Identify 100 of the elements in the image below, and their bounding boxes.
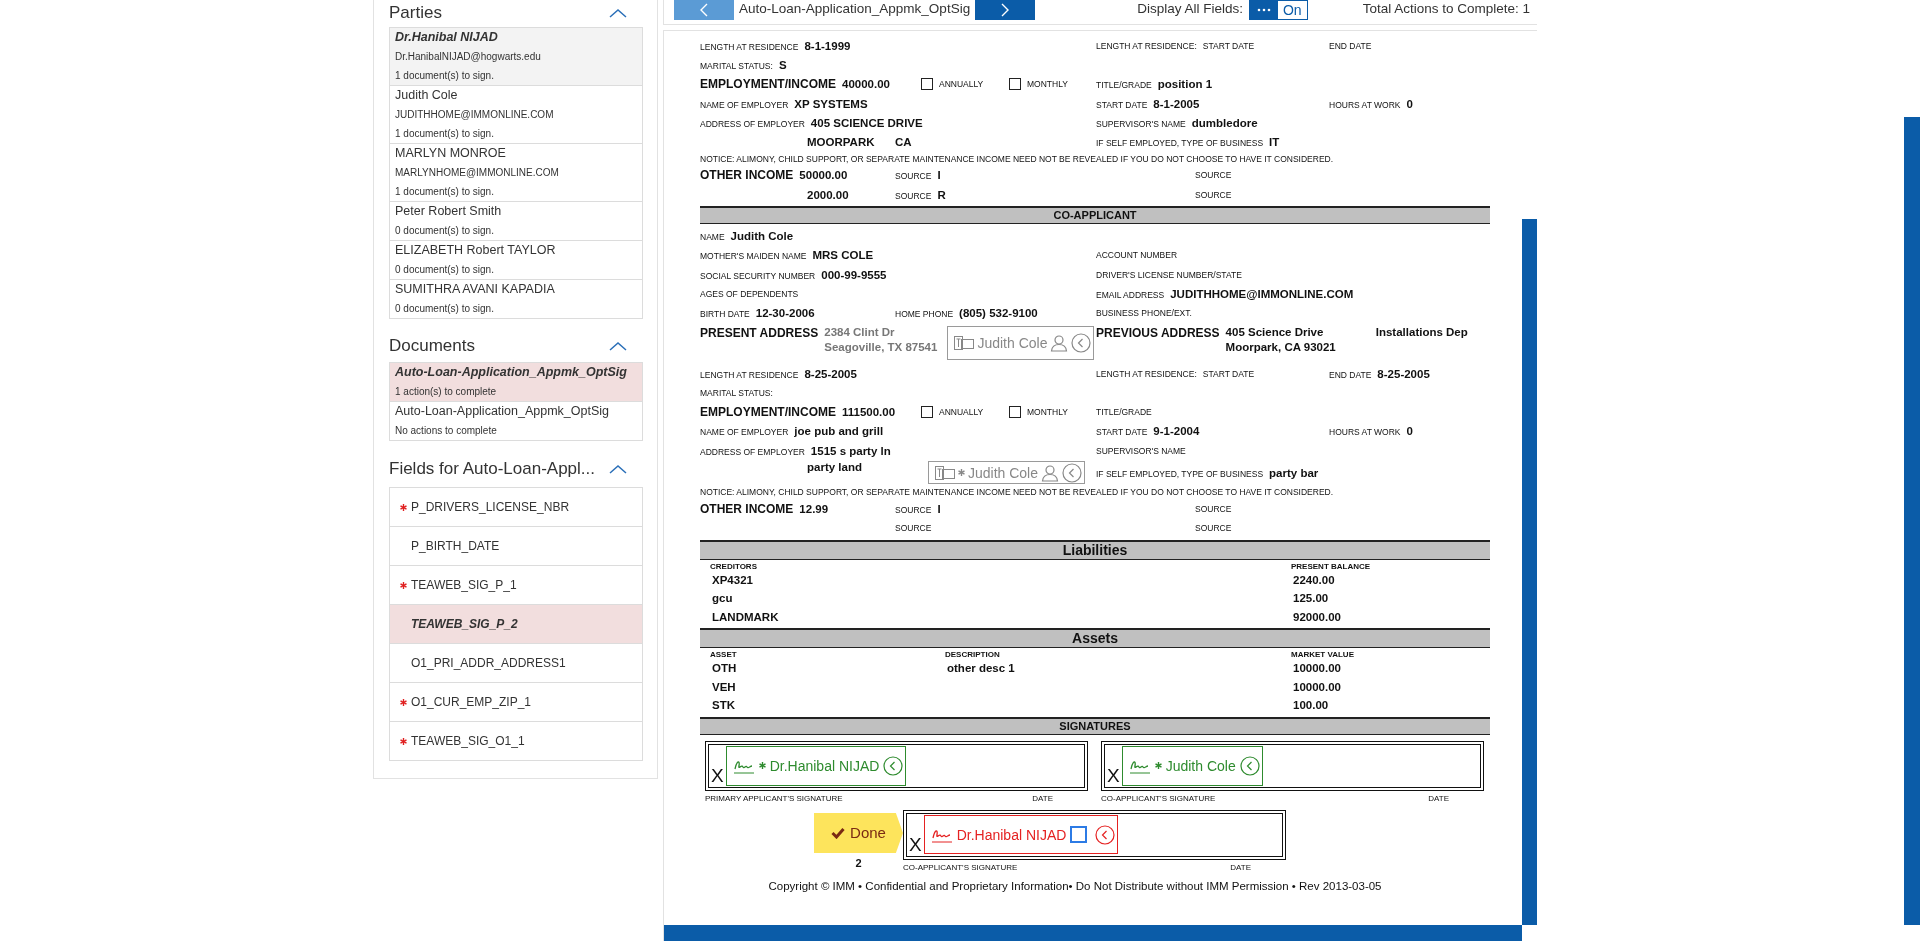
table-cell-text: 100.00 — [1292, 698, 1330, 714]
copyright-text: Copyright © IMM • Confidential and Proprietary Information• Do Not Distribute without IMM Permission • Rev 2013-03-05 — [767, 879, 1383, 892]
form-label: EMAIL ADDRESS — [1096, 289, 1165, 300]
document-title: Auto-Loan-Application_Appmk_OptSig — [739, 0, 971, 18]
form-value: Moorpark, CA 93021 — [1225, 340, 1336, 353]
form-value: R — [937, 188, 946, 201]
scroll-bar[interactable] — [1904, 117, 1920, 925]
signer-field[interactable]: Judith Cole — [947, 325, 1095, 360]
document-status: No actions to complete — [395, 424, 498, 438]
party-name: MARLYN MONROE — [395, 145, 507, 162]
form-value: JUDITHHOME@IMMONLINE.COM — [1170, 287, 1354, 300]
form-label: HOURS AT WORK — [1329, 99, 1401, 110]
field-item[interactable]: TEAWEB_SIG_O1_1 — [390, 722, 642, 761]
scroll-bar[interactable] — [1522, 219, 1537, 925]
party-item[interactable]: Peter Robert Smith 0 document(s) to sign. — [390, 202, 642, 241]
checkbox[interactable] — [921, 406, 933, 419]
form-label: DRIVER'S LICENSE NUMBER/STATE — [1096, 269, 1242, 280]
date-caption: DATE — [1230, 862, 1251, 872]
party-name: Peter Robert Smith — [395, 203, 503, 220]
field-item[interactable]: O1_PRI_ADDR_ADDRESS1 — [390, 644, 642, 683]
x-mark: X — [909, 833, 922, 856]
form-label: SOURCE — [1195, 170, 1232, 181]
party-item[interactable]: SUMITHRA AVANI KAPADIA 0 document(s) to sign. — [390, 280, 642, 319]
signer-field[interactable]: Judith Cole — [927, 461, 1085, 485]
form-label: ADDRESS OF EMPLOYER — [700, 118, 805, 129]
form-value: 405 SCIENCE DRIVE — [810, 116, 923, 129]
section-header: Assets — [700, 628, 1490, 649]
form-label: SOURCE — [1195, 523, 1232, 534]
party-item[interactable]: Judith Cole JUDITHHOME@IMMONLINE.COM 1 document(s) to sign. — [390, 86, 642, 144]
document-item[interactable]: Auto-Loan-Application_Appmk_OptSig 1 action(s) to complete — [390, 363, 642, 402]
checkbox[interactable] — [1070, 826, 1088, 844]
form-value: dumbledore — [1191, 116, 1258, 129]
form-label: ACCOUNT NUMBER — [1096, 250, 1178, 261]
table-cell-text: 2240.00 — [1292, 572, 1336, 588]
form-heading: OTHER INCOME — [700, 168, 794, 183]
table-cell-text: STK — [711, 698, 736, 714]
party-item[interactable]: Dr.Hanibal NIJAD Dr.HanibalNIJAD@hogwarts.edu 1 document(s) to sign. — [390, 28, 642, 86]
signature-caption: PRIMARY APPLICANT'S SIGNATURE — [705, 793, 843, 803]
form-value: 50000.00 — [799, 169, 848, 182]
party-item[interactable]: ELIZABETH Robert TAYLOR 0 document(s) to sign. — [390, 241, 642, 280]
chevron-left-icon — [699, 3, 709, 17]
form-value: 405 Science Drive — [1225, 325, 1325, 338]
signature-caption: CO-APPLICANT'S SIGNATURE — [1101, 793, 1216, 803]
form-value: 8-1-2005 — [1153, 97, 1200, 110]
party-email: Dr.HanibalNIJAD@hogwarts.edu — [395, 50, 542, 64]
person-icon — [1041, 463, 1059, 482]
form-label: LENGTH AT RESIDENCE — [700, 369, 799, 380]
table-cell-text: 10000.00 — [1292, 661, 1342, 677]
form-heading: PREVIOUS ADDRESS — [1096, 325, 1220, 340]
party-status: 0 document(s) to sign. — [395, 302, 495, 316]
form-label: NAME — [700, 232, 725, 242]
notice-text: NOTICE: ALIMONY, CHILD SUPPORT, OR SEPARATE MAINTENANCE INCOME NEED NOT BE REVEALED IF YOU DO NOT CHOOSE TO HAVE IT CONSIDERED. — [700, 153, 1334, 164]
form-label: MONTHLY — [1027, 79, 1068, 90]
form-label: START DATE — [1202, 368, 1255, 379]
party-status: 1 document(s) to sign. — [395, 127, 495, 141]
display-fields-toggle[interactable]: On — [1248, 0, 1308, 20]
form-value: S — [778, 58, 787, 71]
text-field-icon — [934, 465, 955, 480]
form-label: NAME OF EMPLOYER — [700, 99, 789, 110]
checkbox[interactable] — [921, 78, 933, 91]
party-item[interactable]: MARLYN MONROE MARLYNHOME@IMMONLINE.COM 1 document(s) to sign. — [390, 144, 642, 202]
form-value: 0 — [1406, 425, 1413, 438]
signature-field[interactable]: Dr.Hanibal NIJAD — [725, 745, 907, 786]
next-button[interactable] — [975, 0, 1036, 20]
checkbox[interactable] — [1009, 406, 1021, 419]
signature-field[interactable]: Dr.Hanibal NIJAD — [923, 815, 1119, 855]
form-value: party bar — [1269, 466, 1319, 479]
form-label: BIRTH DATE — [700, 309, 750, 320]
table-cell-text: VEH — [711, 679, 737, 695]
field-item[interactable]: O1_CUR_EMP_ZIP_1 — [390, 683, 642, 722]
scroll-bar[interactable] — [664, 925, 1522, 941]
form-label: END DATE — [1329, 369, 1372, 380]
done-button[interactable]: Done — [814, 812, 903, 853]
form-label: LENGTH AT RESIDENCE — [700, 41, 799, 52]
signature-field[interactable]: Judith Cole — [1121, 745, 1263, 786]
field-item[interactable]: P_BIRTH_DATE — [390, 527, 642, 566]
field-item[interactable]: P_DRIVERS_LICENSE_NBR — [390, 488, 642, 527]
table-cell-text: other desc 1 — [946, 661, 1016, 677]
form-value: 2384 Clint Dr — [824, 325, 896, 338]
form-label: HOURS AT WORK — [1329, 427, 1401, 438]
form-value: CA — [895, 136, 912, 149]
form-label: SOCIAL SECURITY NUMBER — [700, 270, 816, 281]
section-header: SIGNATURES — [700, 716, 1490, 735]
party-email: JUDITHHOME@IMMONLINE.COM — [395, 108, 555, 122]
form-label: SUPERVISOR'S NAME — [1096, 118, 1186, 129]
form-label: MARITAL STATUS: — [700, 387, 773, 398]
party-name: Judith Cole — [395, 87, 459, 104]
form-label: SOURCE — [1195, 189, 1232, 200]
checkbox[interactable] — [1009, 78, 1021, 91]
form-value: 8-1-1999 — [804, 39, 851, 52]
field-item[interactable]: TEAWEB_SIG_P_2 — [390, 605, 642, 644]
form-label: SUPERVISOR'S NAME — [1096, 445, 1186, 456]
form-value: 40000.00 — [842, 78, 890, 91]
form-value: 000-99-9555 — [821, 268, 887, 281]
form-value: 12.99 — [799, 503, 829, 515]
form-value: IT — [1269, 136, 1280, 149]
person-icon — [1050, 333, 1069, 352]
document-item[interactable]: Auto-Loan-Application_Appmk_OptSig No actions to complete — [390, 402, 642, 441]
table-cell-text: 10000.00 — [1292, 679, 1342, 695]
form-heading: EMPLOYMENT/INCOME — [700, 77, 836, 92]
